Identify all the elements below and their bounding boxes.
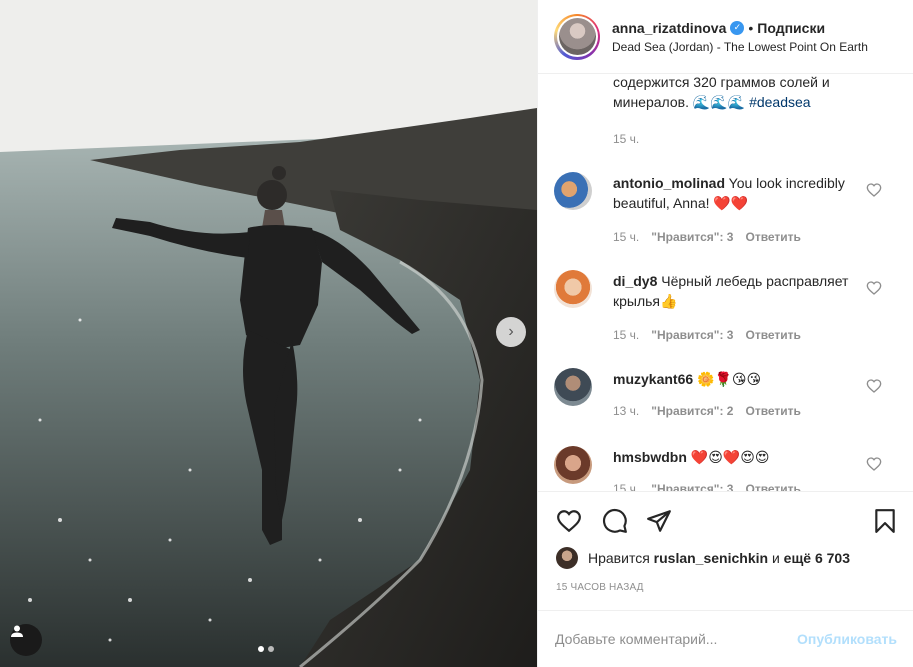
tagged-users-button[interactable]	[10, 624, 42, 656]
likes-count[interactable]: ещё 6 703	[784, 550, 850, 566]
comment-item: muzykant66 🌼🌹😘😘 13 ч. "Нравится": 2 Отве…	[554, 368, 898, 448]
share-icon[interactable]	[646, 508, 672, 534]
post-actions: Нравится ruslan_senichkin и ещё 6 703 15…	[538, 491, 913, 593]
caption-hashtag[interactable]: #deadsea	[749, 94, 811, 110]
liker-username[interactable]: ruslan_senichkin	[654, 550, 768, 566]
post-side-panel: anna_rizatdinova ✓ • Подписки Dead Sea (…	[537, 0, 913, 667]
verified-icon: ✓	[730, 20, 745, 35]
reply-button[interactable]: Ответить	[745, 230, 800, 244]
carousel-dot	[268, 646, 274, 652]
comments-list[interactable]: содержится 320 граммов солей и минералов…	[538, 75, 913, 491]
reply-button[interactable]: Ответить	[745, 328, 800, 342]
comment-username[interactable]: di_dy8	[613, 273, 657, 289]
likes-middle: и	[771, 550, 780, 566]
caption-time: 15 ч.	[613, 132, 640, 146]
carousel-dot	[258, 646, 264, 652]
comment-time: 15 ч.	[613, 482, 640, 491]
comment-text: 🌼🌹😘😘	[697, 371, 762, 387]
next-photo-button[interactable]: ›	[496, 317, 526, 347]
bookmark-icon[interactable]	[872, 508, 898, 534]
heart-icon[interactable]	[866, 280, 882, 296]
post-caption: содержится 320 граммов солей и минералов…	[538, 75, 913, 112]
header-separator: •	[748, 19, 754, 36]
chevron-right-icon: ›	[508, 323, 514, 340]
comment-item: di_dy8 Чёрный лебедь расправляет крылья👍…	[554, 270, 898, 360]
author-username[interactable]: anna_rizatdinova	[612, 20, 726, 36]
heart-icon[interactable]	[866, 182, 882, 198]
post-header: anna_rizatdinova ✓ • Подписки Dead Sea (…	[538, 0, 913, 74]
comment-likes[interactable]: "Нравится": 3	[651, 328, 733, 342]
author-avatar[interactable]	[554, 13, 600, 60]
carousel-dots	[258, 646, 274, 652]
comment-avatar[interactable]	[554, 368, 592, 406]
comment-text: ❤️😍❤️😍😍	[690, 449, 770, 465]
post-timestamp[interactable]: 15 ЧАСОВ НАЗАД	[556, 582, 644, 593]
heart-icon[interactable]	[866, 456, 882, 472]
post-location[interactable]: Dead Sea (Jordan) - The Lowest Point On …	[612, 40, 868, 54]
comment-input[interactable]	[555, 631, 798, 647]
comment-likes[interactable]: "Нравится": 3	[651, 482, 733, 491]
comment-time: 13 ч.	[613, 404, 640, 418]
comment-username[interactable]: hmsbwdbn	[613, 449, 687, 465]
add-comment-bar: Опубликовать	[537, 610, 913, 667]
post-photo[interactable]: ›	[0, 0, 537, 667]
comment-username[interactable]: muzykant66	[613, 371, 693, 387]
comment-likes[interactable]: "Нравится": 2	[651, 404, 733, 418]
comment-avatar[interactable]	[554, 446, 592, 484]
liker-avatar[interactable]	[556, 547, 578, 569]
reply-button[interactable]: Ответить	[745, 404, 800, 418]
following-button[interactable]: Подписки	[757, 20, 825, 36]
comment-likes[interactable]: "Нравится": 3	[651, 230, 733, 244]
likes-prefix: Нравится	[588, 550, 650, 566]
comment-avatar[interactable]	[554, 172, 592, 210]
comment-item: hmsbwdbn ❤️😍❤️😍😍 15 ч. "Нравится": 3 Отв…	[554, 446, 898, 491]
heart-icon[interactable]	[866, 378, 882, 394]
photo-scene	[0, 0, 537, 667]
publish-button[interactable]: Опубликовать	[797, 631, 897, 647]
comment-time: 15 ч.	[613, 328, 640, 342]
user-tag-icon	[11, 625, 23, 637]
heart-icon[interactable]	[556, 508, 582, 534]
comment-username[interactable]: antonio_molinad	[613, 175, 725, 191]
reply-button[interactable]: Ответить	[745, 482, 800, 491]
comment-item: antonio_molinad You look incredibly beau…	[554, 172, 898, 262]
likes-summary[interactable]: Нравится ruslan_senichkin и ещё 6 703	[556, 547, 850, 569]
comment-time: 15 ч.	[613, 230, 640, 244]
comment-icon[interactable]	[602, 508, 628, 534]
comment-avatar[interactable]	[554, 270, 592, 308]
